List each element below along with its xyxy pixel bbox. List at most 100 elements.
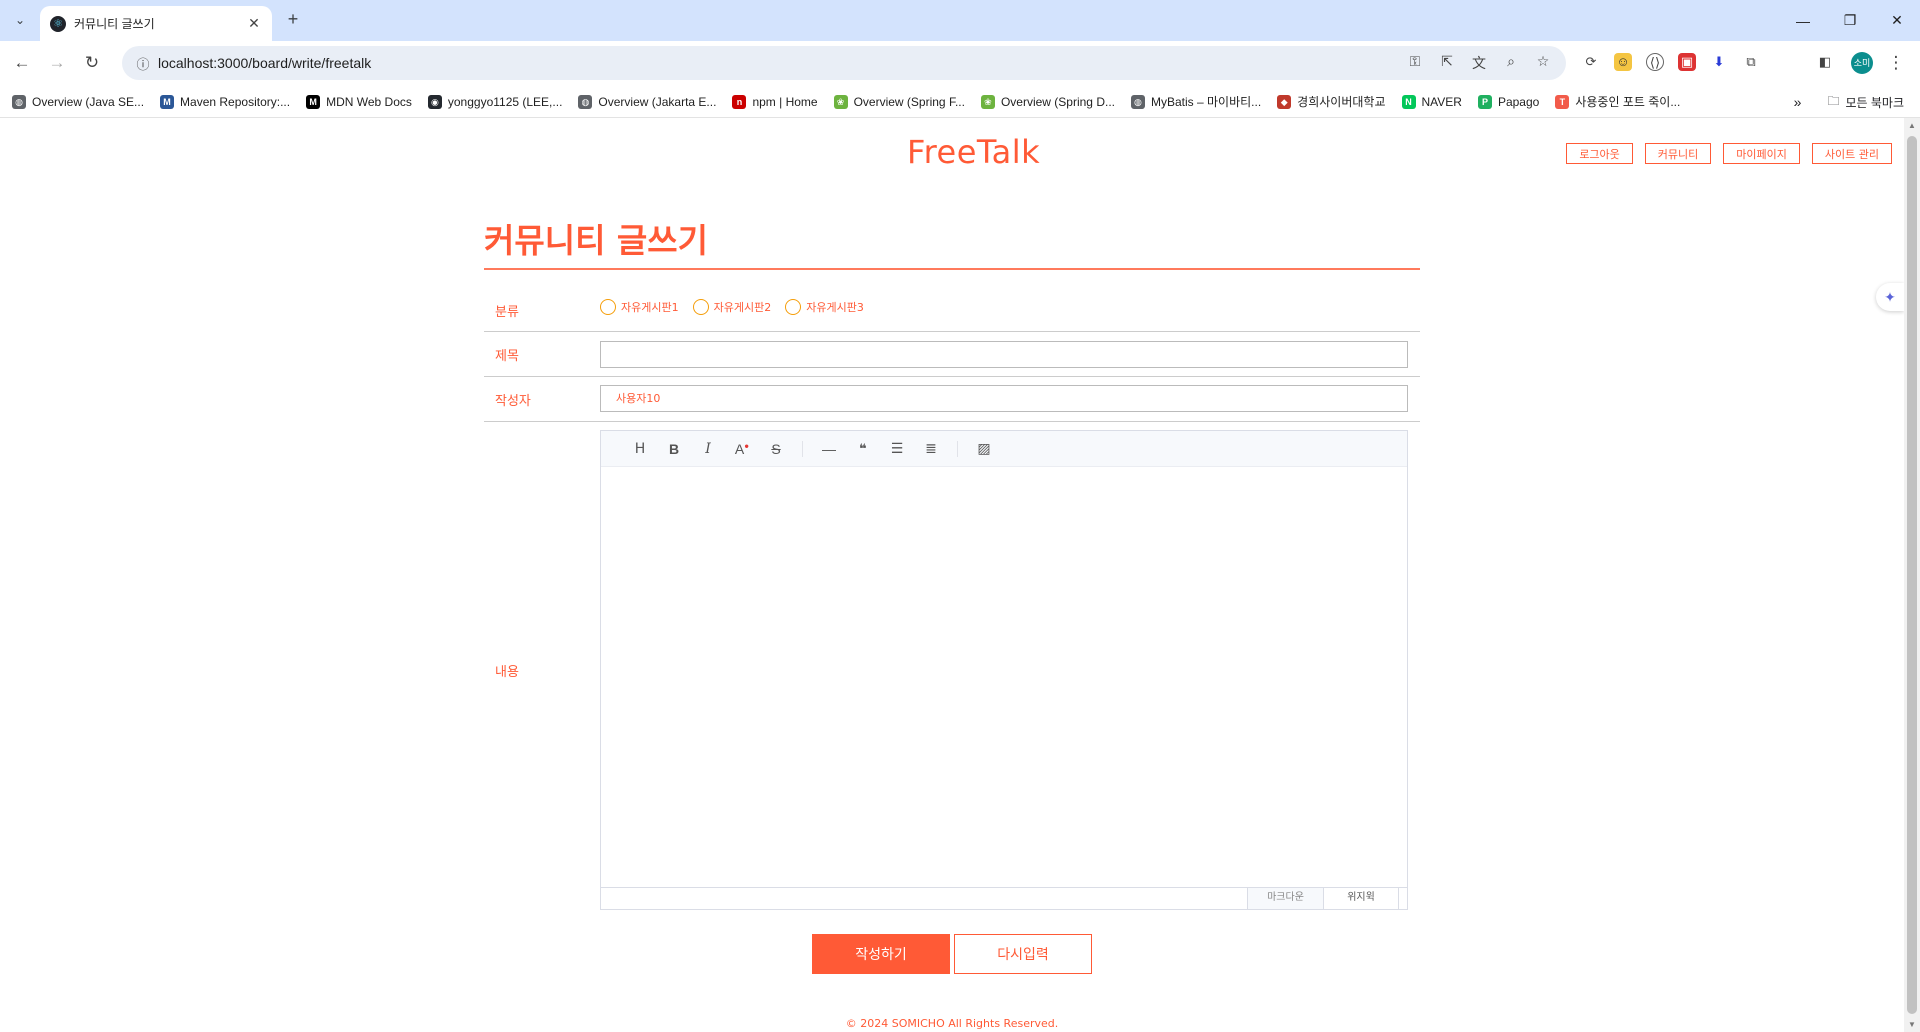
window-close-icon[interactable]: ✕	[1874, 0, 1920, 41]
key-icon[interactable]: ⚿	[1406, 53, 1424, 73]
radio-circle[interactable]	[692, 299, 709, 315]
bookmark-item[interactable]: ❀ Overview (Spring D...	[980, 94, 1115, 109]
bookmark-label: MDN Web Docs	[326, 94, 412, 109]
close-icon[interactable]: ✕	[246, 15, 262, 32]
category-radio-2[interactable]: 자유게시판2	[692, 299, 771, 315]
naver-icon: N	[1401, 94, 1416, 109]
all-bookmarks-label[interactable]: 모든 북마크	[1845, 94, 1904, 111]
bullet-list-icon[interactable]: ☰	[880, 440, 914, 457]
puzzle-icon[interactable]: ⧉	[1742, 53, 1760, 71]
strikethrough-icon[interactable]: S	[759, 441, 793, 457]
bookmarks-bar: ◍ Overview (Java SE... M Maven Repository:.…	[0, 86, 1920, 118]
browser-tabbar: ⌄ ⚛ 커뮤니티 글쓰기 ✕ + — ❐ ✕	[0, 0, 1920, 41]
bold-icon[interactable]: B	[657, 441, 691, 457]
spring-icon: ❀	[980, 94, 995, 109]
reset-button[interactable]: 다시입력	[954, 934, 1092, 974]
translate-icon[interactable]: 文	[1470, 53, 1488, 73]
bookmark-label: 경희사이버대학교	[1297, 95, 1386, 109]
bookmark-item[interactable]: n npm | Home	[732, 94, 818, 109]
forward-icon[interactable]: →	[43, 49, 71, 77]
site-logo[interactable]: FreeTalk	[907, 133, 1040, 171]
emoji-extension-icon[interactable]: ☺	[1614, 53, 1632, 71]
address-bar[interactable]: ⓘ localhost:3000/board/write/freetalk ⚿ …	[122, 46, 1566, 80]
scrollbar[interactable]: ▲ ▼	[1904, 118, 1920, 1032]
bookmark-item[interactable]: N NAVER	[1401, 94, 1462, 109]
bookmark-item[interactable]: ◍ MyBatis – 마이바티...	[1130, 93, 1262, 110]
bookmark-label: Overview (Spring D...	[1000, 94, 1115, 109]
restore-icon[interactable]: ❐	[1827, 0, 1873, 41]
bookmark-label: Papago	[1497, 94, 1540, 109]
ordered-list-icon[interactable]: ≣	[914, 440, 948, 457]
refresh-extension-icon[interactable]: ⟳	[1582, 53, 1600, 71]
star-icon[interactable]: ☆	[1534, 53, 1552, 73]
bookmark-item[interactable]: M MDN Web Docs	[306, 94, 412, 109]
radio-circle[interactable]	[785, 299, 802, 315]
wysiwyg-tab[interactable]: 위지윅	[1323, 888, 1399, 909]
bookmark-item[interactable]: ◆ 경희사이버대학교	[1277, 93, 1386, 110]
open-external-icon[interactable]: ⇱	[1438, 53, 1456, 73]
page: FreeTalk 로그아웃 커뮤니티 마이페이지 사이트 관리 커뮤니티 글쓰기…	[0, 118, 1904, 1032]
menu-icon[interactable]: ⋮	[1882, 49, 1910, 77]
submit-button[interactable]: 작성하기	[812, 934, 950, 974]
sparkle-icon[interactable]: ✦	[1876, 283, 1904, 311]
heading-icon[interactable]: H	[623, 441, 657, 457]
more-bookmarks-icon[interactable]: »	[1794, 94, 1802, 110]
font-color-icon[interactable]: A●	[725, 441, 759, 457]
bookmark-label: MyBatis – 마이바티...	[1150, 95, 1262, 109]
logout-button[interactable]: 로그아웃	[1566, 143, 1633, 164]
react-icon: ⚛	[50, 15, 66, 32]
quote-icon[interactable]: ❝	[846, 441, 880, 457]
row-divider	[484, 376, 1420, 377]
bookmark-label: npm | Home	[752, 94, 818, 109]
bookmark-item[interactable]: ❀ Overview (Spring F...	[833, 94, 965, 109]
red-extension-icon[interactable]: ▣	[1678, 53, 1696, 71]
mdn-icon: M	[306, 94, 321, 109]
bookmark-item[interactable]: P Papago	[1477, 94, 1540, 109]
back-icon[interactable]: ←	[8, 49, 36, 77]
community-button[interactable]: 커뮤니티	[1644, 143, 1712, 164]
markdown-tab[interactable]: 마크다운	[1247, 888, 1323, 909]
category-label: 분류	[495, 305, 519, 320]
tistory-icon: T	[1555, 94, 1570, 109]
code-extension-icon[interactable]: ⟨⟩	[1646, 53, 1664, 71]
npm-icon: n	[732, 94, 747, 109]
minimize-icon[interactable]: —	[1780, 0, 1826, 41]
bookmark-label: yonggyo1125 (LEE,...	[447, 94, 563, 109]
site-info-icon[interactable]: ⓘ	[128, 54, 158, 73]
bookmark-item[interactable]: ◍ Overview (Jakarta E...	[578, 94, 716, 109]
new-tab-icon[interactable]: +	[282, 9, 304, 31]
mypage-button[interactable]: 마이페이지	[1723, 143, 1800, 164]
category-radio-3[interactable]: 자유게시판3	[785, 299, 864, 315]
scroll-thumb[interactable]	[1907, 136, 1917, 1014]
bookmark-item[interactable]: T 사용중인 포트 죽이...	[1555, 93, 1680, 110]
tab-search-icon[interactable]: ⌄	[8, 8, 32, 32]
active-tab[interactable]: ⚛ 커뮤니티 글쓰기 ✕	[40, 6, 272, 41]
url-text[interactable]: localhost:3000/board/write/freetalk	[158, 55, 1406, 71]
browser-toolbar: ← → ↻ ⓘ localhost:3000/board/write/freet…	[0, 41, 1920, 86]
bookmark-item[interactable]: ◍ Overview (Java SE...	[12, 94, 144, 109]
zoom-icon[interactable]: ⌕	[1502, 53, 1520, 73]
scroll-up-icon[interactable]: ▲	[1908, 121, 1916, 130]
subject-input[interactable]	[600, 341, 1408, 368]
top-nav: 로그아웃 커뮤니티 마이페이지 사이트 관리	[1566, 143, 1892, 164]
radio-circle[interactable]	[600, 299, 616, 315]
horizontal-rule-icon[interactable]: —	[812, 441, 846, 457]
category-radio-1[interactable]: 자유게시판1	[600, 299, 679, 315]
site-admin-button[interactable]: 사이트 관리	[1811, 143, 1892, 164]
bookmark-label: Maven Repository:...	[180, 94, 291, 109]
row-divider	[484, 331, 1420, 332]
editor-content-area[interactable]	[601, 468, 1407, 888]
poster-input[interactable]: 사용자10	[600, 385, 1408, 412]
image-icon[interactable]: ▨	[967, 440, 1001, 457]
sidebar-icon[interactable]: ◧	[1816, 53, 1834, 71]
scroll-down-icon[interactable]: ▼	[1908, 1020, 1916, 1029]
papago-icon: P	[1477, 94, 1492, 109]
toolbar-divider	[957, 440, 958, 457]
profile-avatar[interactable]: 소미	[1851, 52, 1873, 74]
italic-icon[interactable]: I	[691, 441, 725, 457]
bookmark-item[interactable]: M Maven Repository:...	[160, 94, 291, 109]
bookmark-item[interactable]: ◉ yonggyo1125 (LEE,...	[427, 94, 563, 109]
globe-icon: ◍	[1130, 94, 1145, 109]
reload-icon[interactable]: ↻	[78, 49, 106, 77]
download-extension-icon[interactable]: ⬇	[1710, 53, 1728, 71]
